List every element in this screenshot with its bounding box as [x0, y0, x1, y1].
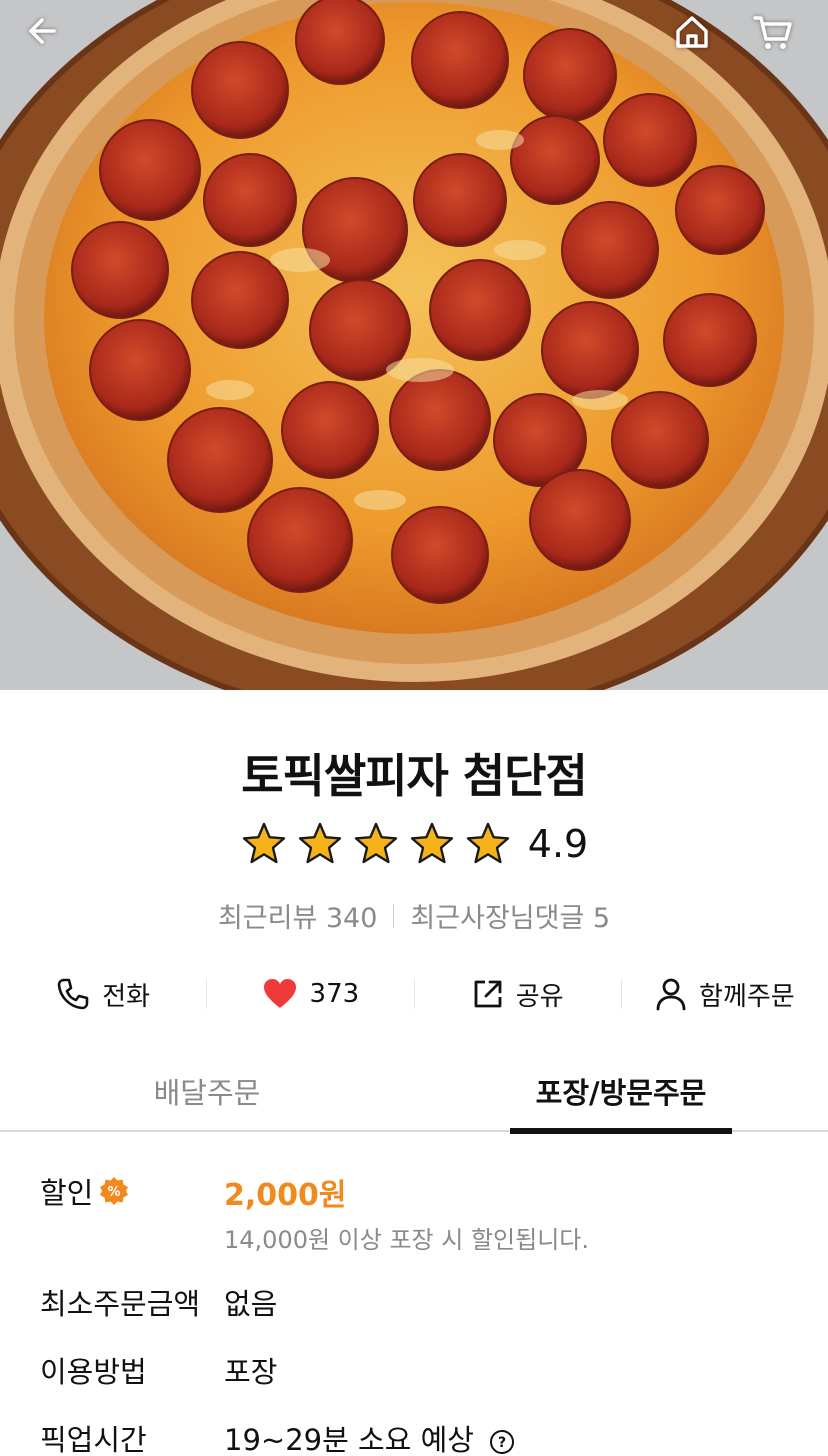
store-hero-image	[0, 0, 828, 690]
back-button[interactable]	[24, 12, 76, 64]
review-summary: 최근리뷰 340 최근사장님댓글 5	[0, 896, 828, 935]
min-order-value: 없음	[224, 1287, 278, 1321]
owner-replies-link[interactable]: 최근사장님댓글 5	[410, 896, 610, 935]
rating-row: 4.9	[0, 820, 828, 868]
star-icon	[298, 822, 341, 864]
action-row: 전화 373 공유 함께주문	[0, 966, 828, 1022]
discount-badge-icon: %	[100, 1177, 129, 1205]
min-order-row: 최소주문금액 없음	[40, 1281, 800, 1323]
group-order-button[interactable]: 함께주문	[622, 976, 828, 1013]
discount-amount: 2,000원	[224, 1178, 347, 1213]
discount-label-wrap: 할인 %	[40, 1170, 224, 1212]
discount-value: 2,000원 14,000원 이상 포장 시 할인됩니다.	[224, 1170, 589, 1255]
divider	[393, 903, 395, 928]
share-label: 공유	[515, 981, 564, 1012]
store-info: 할인 % 2,000원 14,000원 이상 포장 시 할인됩니다. 최소주문금…	[40, 1170, 800, 1456]
pickup-time-value-wrap: 19~29분 소요 예상 ?	[224, 1417, 515, 1456]
home-button[interactable]	[672, 12, 724, 64]
cart-icon	[753, 16, 792, 49]
tab-delivery[interactable]: 배달주문	[0, 1056, 414, 1130]
star-icon	[242, 822, 285, 864]
store-name: 토픽쌀피자 첨단점	[241, 749, 588, 803]
help-icon[interactable]: ?	[489, 1429, 515, 1455]
svg-text:?: ?	[498, 1435, 506, 1451]
pizza-photo	[0, 0, 828, 690]
arrow-left-icon	[29, 18, 56, 44]
call-button[interactable]: 전화	[0, 976, 206, 1013]
pickup-time-label: 픽업시간	[40, 1423, 147, 1456]
home-icon	[676, 16, 708, 48]
pickup-time-row: 픽업시간 19~29분 소요 예상 ?	[40, 1417, 800, 1456]
discount-description: 14,000원 이상 포장 시 할인됩니다.	[224, 1226, 590, 1254]
heart-icon	[263, 979, 296, 1008]
order-type-tabs: 배달주문 포장/방문주문	[0, 1056, 828, 1134]
person-icon	[656, 978, 686, 1011]
cart-button[interactable]	[752, 12, 804, 64]
min-order-label: 최소주문금액	[40, 1287, 201, 1321]
discount-label: 할인	[40, 1176, 94, 1210]
share-button[interactable]: 공유	[415, 976, 621, 1013]
like-button[interactable]: 373	[207, 977, 413, 1011]
method-row: 이용방법 포장	[40, 1349, 800, 1391]
phone-icon	[57, 978, 89, 1010]
svg-text:%: %	[108, 1185, 121, 1200]
method-label: 이용방법	[40, 1355, 147, 1389]
pickup-time-value: 19~29분 소요 예상	[224, 1423, 474, 1456]
recent-reviews-link[interactable]: 최근리뷰 340	[218, 896, 377, 935]
tab-pickup[interactable]: 포장/방문주문	[414, 1056, 828, 1134]
call-label: 전화	[102, 981, 151, 1012]
star-rating	[240, 820, 520, 868]
discount-row: 할인 % 2,000원 14,000원 이상 포장 시 할인됩니다.	[40, 1170, 800, 1255]
like-count: 373	[309, 979, 360, 1009]
rating-value: 4.9	[527, 822, 589, 866]
top-bar	[0, 0, 828, 80]
star-icon	[466, 822, 509, 864]
method-value: 포장	[224, 1355, 278, 1389]
group-order-label: 함께주문	[699, 981, 795, 1012]
star-icon	[410, 822, 453, 864]
star-icon	[354, 822, 397, 864]
share-icon	[474, 980, 502, 1008]
